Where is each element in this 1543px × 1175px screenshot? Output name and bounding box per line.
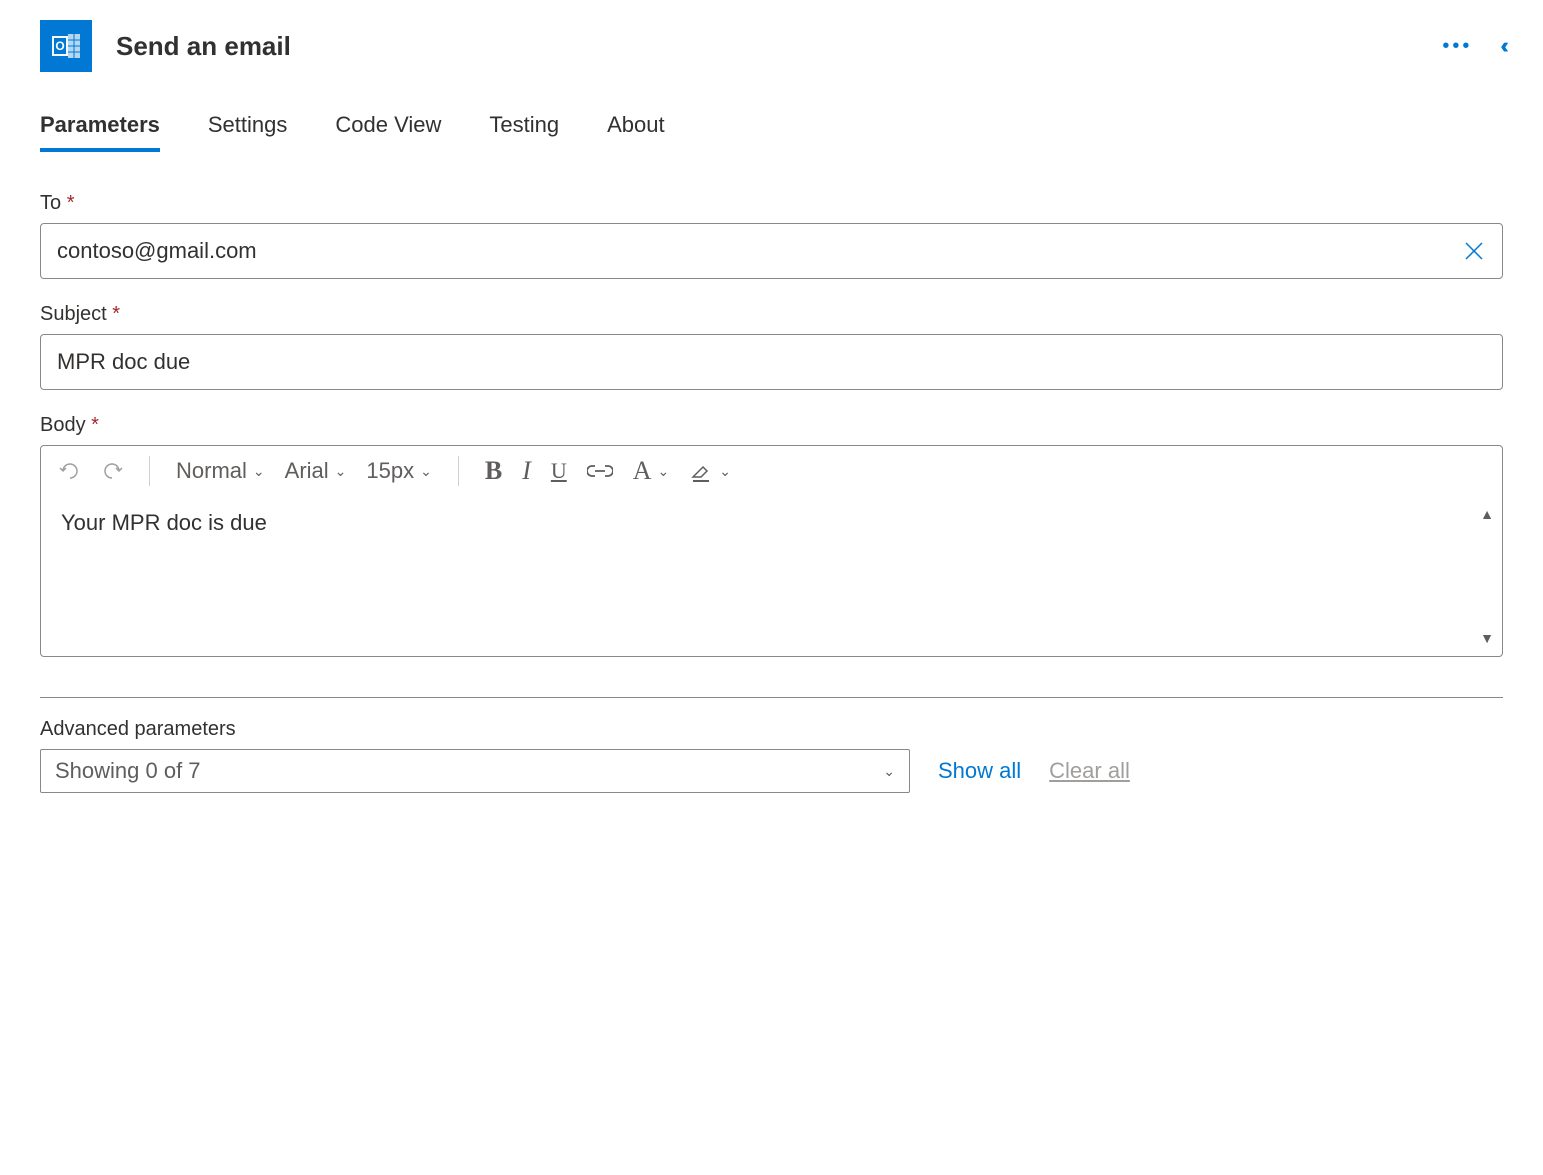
- section-divider: [40, 697, 1503, 698]
- font-value: Arial: [285, 458, 329, 484]
- svg-text:O: O: [55, 39, 64, 53]
- clear-all-link[interactable]: Clear all: [1049, 758, 1130, 784]
- font-dropdown[interactable]: Arial ⌄: [285, 458, 347, 484]
- bold-button[interactable]: B: [485, 456, 502, 486]
- toolbar-separator: [458, 456, 459, 486]
- more-options-icon[interactable]: •••: [1442, 35, 1472, 58]
- rte-toolbar: Normal ⌄ Arial ⌄ 15px ⌄ B I U A ⌄: [41, 446, 1502, 496]
- to-input[interactable]: [41, 224, 1446, 278]
- advanced-parameters-row: Showing 0 of 7 ⌄ Show all Clear all: [40, 749, 1503, 793]
- tab-settings[interactable]: Settings: [208, 112, 288, 152]
- to-input-wrap: [40, 223, 1503, 279]
- subject-label: Subject *: [40, 303, 1503, 326]
- required-indicator: *: [91, 414, 99, 436]
- panel-header: O Send an email ••• ‹‹: [40, 20, 1503, 72]
- underline-button[interactable]: U: [551, 458, 567, 484]
- tab-code-view[interactable]: Code View: [335, 112, 441, 152]
- fontsize-dropdown[interactable]: 15px ⌄: [366, 458, 431, 484]
- chevron-down-icon: ⌄: [658, 463, 670, 480]
- required-indicator: *: [67, 192, 75, 214]
- chevron-down-icon: ⌄: [335, 463, 347, 480]
- chevron-down-icon: ⌄: [883, 763, 895, 780]
- redo-icon[interactable]: [101, 460, 123, 482]
- to-label: To *: [40, 192, 1503, 215]
- highlight-color-dropdown[interactable]: ⌄: [689, 459, 731, 483]
- fontsize-value: 15px: [366, 458, 414, 484]
- chevron-down-icon: ⌄: [420, 463, 432, 480]
- toolbar-separator: [149, 456, 150, 486]
- body-scrollbar[interactable]: ▲ ▼: [1472, 496, 1502, 656]
- chevron-down-icon: ⌄: [719, 463, 731, 480]
- show-all-link[interactable]: Show all: [938, 758, 1021, 784]
- subject-input-wrap: [40, 334, 1503, 390]
- advanced-select-text: Showing 0 of 7: [55, 758, 201, 784]
- undo-icon[interactable]: [59, 460, 81, 482]
- collapse-panel-icon[interactable]: ‹‹: [1500, 33, 1503, 59]
- to-label-text: To: [40, 192, 61, 214]
- outlook-icon: O: [40, 20, 92, 72]
- scroll-down-icon[interactable]: ▼: [1480, 630, 1494, 646]
- tab-parameters[interactable]: Parameters: [40, 112, 160, 152]
- subject-label-text: Subject: [40, 303, 107, 325]
- rich-text-editor: Normal ⌄ Arial ⌄ 15px ⌄ B I U A ⌄: [40, 445, 1503, 657]
- body-label: Body *: [40, 414, 1503, 437]
- panel-title: Send an email: [116, 31, 291, 62]
- font-color-dropdown[interactable]: A ⌄: [633, 456, 670, 486]
- body-content: Your MPR doc is due: [61, 510, 267, 535]
- format-value: Normal: [176, 458, 247, 484]
- tab-testing[interactable]: Testing: [489, 112, 559, 152]
- body-textarea[interactable]: Your MPR doc is due ▲ ▼: [41, 496, 1502, 656]
- header-left: O Send an email: [40, 20, 291, 72]
- subject-field-group: Subject *: [40, 303, 1503, 390]
- body-label-text: Body: [40, 414, 86, 436]
- tab-bar: Parameters Settings Code View Testing Ab…: [40, 112, 1503, 152]
- body-field-group: Body * Normal ⌄ Arial ⌄ 15px ⌄: [40, 414, 1503, 657]
- clear-to-icon[interactable]: [1446, 241, 1502, 261]
- to-field-group: To *: [40, 192, 1503, 279]
- chevron-down-icon: ⌄: [253, 463, 265, 480]
- advanced-parameters-dropdown[interactable]: Showing 0 of 7 ⌄: [40, 749, 910, 793]
- link-icon[interactable]: [587, 463, 613, 479]
- required-indicator: *: [112, 303, 120, 325]
- format-dropdown[interactable]: Normal ⌄: [176, 458, 265, 484]
- header-actions: ••• ‹‹: [1442, 33, 1503, 59]
- advanced-parameters-label: Advanced parameters: [40, 718, 1503, 741]
- italic-button[interactable]: I: [522, 456, 531, 486]
- tab-about[interactable]: About: [607, 112, 665, 152]
- scroll-up-icon[interactable]: ▲: [1480, 506, 1494, 522]
- subject-input[interactable]: [41, 335, 1502, 389]
